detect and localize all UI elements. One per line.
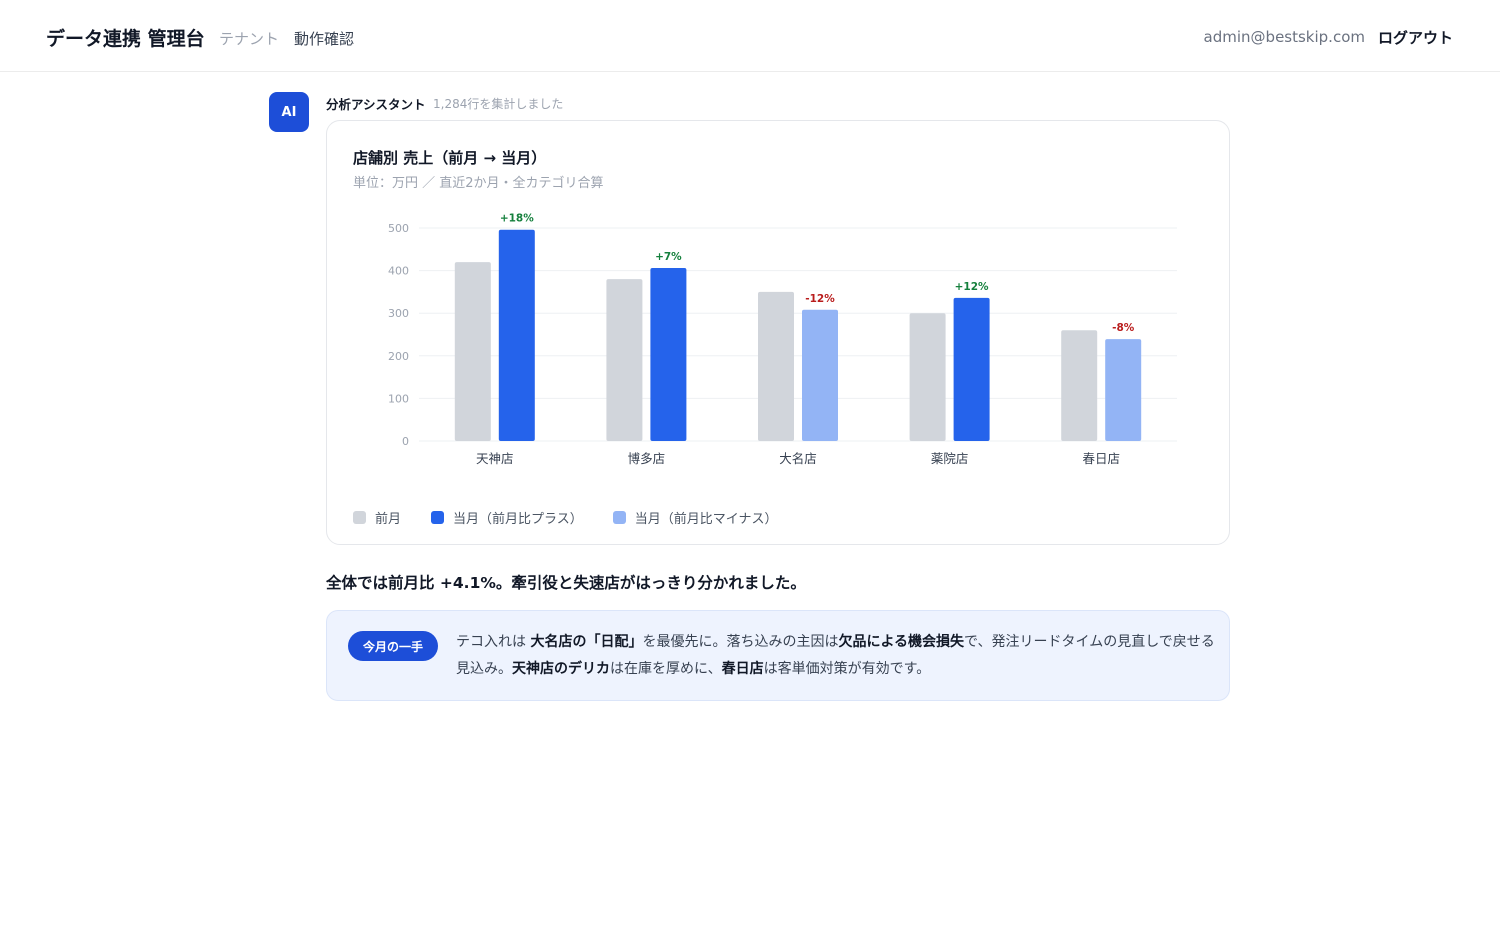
bar-chart: 0 100 200 300 400 500 +18% 天神店 +7% 博多店 -12% 大名店 +12%… [388, 213, 1177, 466]
change-label-3: -12% [805, 293, 835, 305]
legend-label-prev: 前月 [375, 512, 402, 527]
chart-card: 店舗別 売上（前月 → 当月） 単位：万円 ／ 直近2か月・全カテゴリ合算 01… [326, 120, 1230, 545]
tip-text-4: は在庫を厚めに、 [610, 661, 722, 677]
tip-text-5: は客単価対策が有効です。 [763, 661, 931, 677]
tip-bold-1: 大名店の「日配」 [530, 634, 643, 650]
bar-prev-4 [909, 313, 946, 441]
legend-item-curr-plus: 当月（前月比プラス） [431, 508, 583, 527]
legend-item-prev: 前月 [353, 508, 401, 527]
ai-avatar: AI [269, 92, 309, 132]
x-category-label: 天神店 [476, 451, 514, 466]
app-title: データ連携 管理台 [46, 28, 205, 50]
summary-prefix: 全体では前月比 [326, 574, 440, 592]
x-category-label: 春日店 [1082, 451, 1120, 466]
bar-curr-3 [802, 309, 838, 441]
y-tick-label: 400 [388, 265, 409, 278]
tip-text-2: を最優先に。落ち込みの主因は [642, 634, 839, 650]
chart-legend: 前月 当月（前月比プラス） 当月（前月比マイナス） [353, 508, 808, 527]
legend-label-curr-minus: 当月（前月比マイナス） [634, 512, 778, 527]
legend-swatch-curr-plus [431, 511, 445, 524]
y-tick-label: 300 [388, 307, 409, 320]
legend-swatch-curr-minus [612, 511, 626, 524]
tip-box: 今月の一手 テコ入れは 大名店の「日配」を最優先に。落ち込みの主因は欠品による機… [326, 610, 1230, 701]
bar-curr-2 [650, 268, 687, 441]
bar-curr-5 [1105, 339, 1142, 441]
top-header: データ連携 管理台 テナント 動作確認 admin@bestskip.com ロ… [0, 0, 1500, 72]
summary-text: 全体では前月比 +4.1%。牽引役と失速店がはっきり分かれました。 [326, 571, 806, 593]
bar-prev-2 [606, 279, 643, 441]
legend-swatch-prev [353, 511, 366, 524]
nav-check-link[interactable]: 動作確認 [294, 28, 354, 49]
change-label-2: +7% [655, 251, 682, 263]
x-category-label: 大名店 [779, 451, 817, 466]
user-email: admin@bestskip.com [1203, 28, 1365, 46]
bar-prev-1 [454, 262, 491, 441]
bar-curr-4 [953, 297, 990, 441]
sender-meta: 1,284行を集計しました [433, 97, 564, 111]
legend-item-curr-minus: 当月（前月比マイナス） [612, 508, 778, 527]
tip-badge: 今月の一手 [348, 631, 438, 661]
y-tick-label: 100 [388, 392, 409, 405]
tip-text-1: テコ入れは [456, 634, 531, 650]
y-tick-label: 200 [388, 350, 409, 363]
bar-prev-5 [1061, 330, 1098, 441]
tip-bold-4: 春日店 [721, 661, 764, 677]
bar-curr-1 [498, 229, 535, 441]
change-label-1: +18% [500, 213, 534, 225]
bar-prev-3 [758, 291, 794, 441]
sender-name: 分析アシスタント [326, 97, 426, 112]
y-tick-label: 0 [402, 435, 409, 448]
tip-text: テコ入れは 大名店の「日配」を最優先に。落ち込みの主因は欠品による機会損失で、発… [456, 629, 1216, 683]
x-category-label: 博多店 [628, 451, 666, 466]
logout-button[interactable]: ログアウト [1378, 27, 1453, 48]
nav-tenant-link[interactable]: テナント [219, 28, 279, 49]
x-category-label: 薬院店 [931, 451, 969, 466]
tip-bold-2: 欠品による機会損失 [838, 634, 965, 650]
legend-label-curr-plus: 当月（前月比プラス） [453, 512, 583, 527]
tip-bold-3: 天神店のデリカ [512, 661, 610, 677]
change-label-5: -8% [1112, 322, 1135, 334]
summary-suffix: 。牽引役と失速店がはっきり分かれました。 [495, 574, 806, 592]
summary-value: +4.1% [439, 574, 496, 592]
change-label-4: +12% [955, 281, 989, 293]
y-tick-label: 500 [388, 222, 409, 235]
